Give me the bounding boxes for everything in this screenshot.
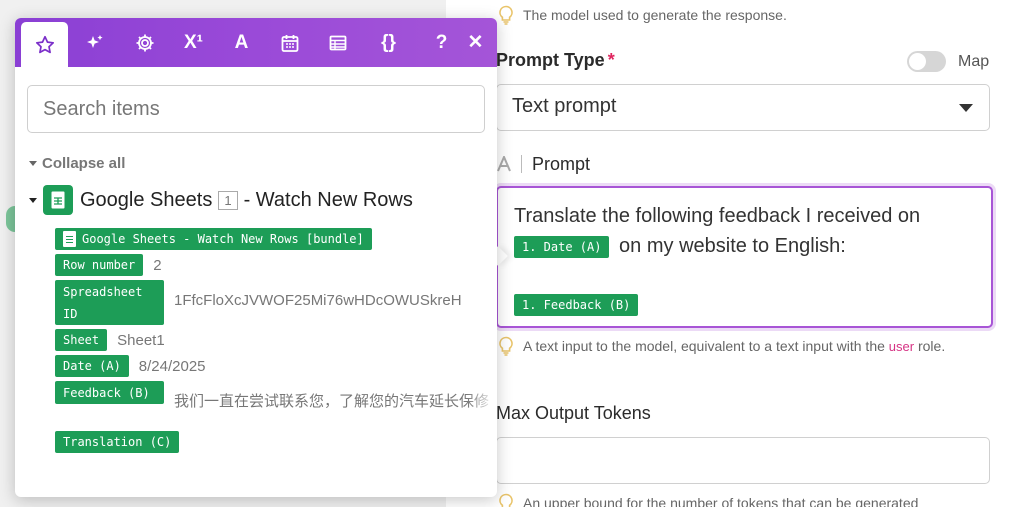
list-item[interactable]: Translation (C) (55, 431, 180, 453)
google-sheets-icon (63, 231, 76, 247)
star-icon (35, 35, 54, 53)
font-icon: A (234, 31, 249, 53)
list-item[interactable]: Row number 2 (55, 254, 162, 278)
google-sheets-icon (43, 185, 73, 215)
model-hint: The model used to generate the response. (497, 5, 787, 26)
lightbulb-icon (499, 336, 513, 356)
calendar-icon (281, 34, 298, 52)
prompt-hint-text: A text input to the model, equivalent to… (523, 336, 945, 357)
item-pill[interactable]: Row number (55, 254, 144, 276)
tab-date-functions[interactable] (266, 18, 313, 67)
mapping-tabbar: X¹ A {} ? ✕ (15, 18, 497, 67)
map-label: Map (958, 53, 990, 70)
item-label: Google Sheets - Watch New Rows [bundle] (82, 232, 364, 246)
gear-icon (136, 34, 153, 51)
divider (521, 155, 522, 173)
item-pill[interactable]: Feedback (B) (55, 381, 164, 404)
tab-text-functions[interactable]: A (218, 18, 265, 67)
module-number-badge: 1 (218, 190, 238, 210)
prompt-label: Prompt (532, 153, 591, 174)
tab-math-functions[interactable]: X¹ (170, 18, 217, 67)
prompt-type-select[interactable]: Text prompt (496, 84, 990, 131)
item-pill[interactable]: Translation (C) (55, 431, 180, 453)
collapse-all-label: Collapse all (42, 155, 126, 172)
module-trigger-name: - Watch New Rows (243, 188, 413, 211)
item-value: 8/24/2025 (138, 358, 206, 375)
tab-ai[interactable] (71, 18, 118, 67)
list-item[interactable]: Google Sheets - Watch New Rows [bundle] (55, 228, 372, 250)
tab-json[interactable]: {} (365, 18, 412, 67)
module-header[interactable]: Google Sheets 1 - Watch New Rows (29, 184, 413, 216)
max-output-tokens-label: Max Output Tokens (496, 403, 651, 423)
braces-icon: {} (381, 31, 396, 53)
overflow-fade (467, 278, 497, 438)
close-icon: ✕ (467, 32, 484, 53)
prompt-hint-part-1: A text input to the model, equivalent to… (523, 338, 885, 354)
required-mark: * (607, 50, 615, 70)
help-icon: ? (435, 31, 448, 53)
max-tokens-hint: An upper bound for the number of tokens … (497, 493, 997, 507)
caret-down-icon (29, 161, 37, 166)
prompt-hint-part-2: role. (917, 338, 946, 354)
map-toggle[interactable] (907, 51, 946, 72)
prompt-text-1: Translate the following feedback I recei… (514, 205, 921, 227)
prompt-line-3: 1. Feedback (B) (514, 289, 975, 319)
text-type-icon (497, 156, 511, 172)
prompt-type-label-text: Prompt Type (496, 50, 605, 70)
prompt-type-label: Prompt Type * (496, 50, 615, 71)
item-pill[interactable]: Spreadsheet ID (55, 280, 164, 325)
caret-down-icon (29, 197, 37, 203)
prompt-line-2: 1. Date (A) on my website to English: (514, 231, 975, 261)
toggle-knob (909, 53, 926, 70)
tab-favorites[interactable] (21, 22, 68, 67)
tab-general-functions[interactable] (121, 18, 168, 67)
module-name: Google Sheets (80, 188, 213, 211)
item-value: Sheet1 (117, 332, 165, 349)
close-button[interactable]: ✕ (452, 18, 497, 67)
mapped-pill-date[interactable]: 1. Date (A) (514, 235, 610, 258)
max-tokens-hint-text: An upper bound for the number of tokens … (523, 495, 919, 507)
list-item[interactable]: Sheet Sheet1 (55, 329, 165, 353)
collapse-all-button[interactable]: Collapse all (29, 155, 125, 172)
lightbulb-icon (499, 5, 513, 25)
superscript-icon: X¹ (184, 31, 203, 53)
prompt-line-1: Translate the following feedback I recei… (514, 201, 975, 231)
model-hint-text: The model used to generate the response. (523, 7, 787, 23)
prompt-type-value: Text prompt (512, 95, 617, 117)
list-item[interactable]: Spreadsheet ID 1FfcFloXcJVWOF25Mi76wHDcO… (55, 280, 462, 325)
user-role-tag: user (888, 339, 915, 354)
mapped-pill-feedback[interactable]: 1. Feedback (B) (514, 293, 639, 316)
prompt-editor[interactable]: Translate the following feedback I recei… (496, 186, 993, 328)
prompt-hint: A text input to the model, equivalent to… (497, 336, 977, 357)
list-item[interactable]: Date (A) 8/24/2025 (55, 355, 206, 379)
search-input[interactable] (27, 85, 485, 133)
prompt-label-row: Prompt (497, 153, 590, 175)
chevron-down-icon (959, 104, 973, 112)
lightbulb-icon (499, 493, 513, 507)
item-value: 2 (153, 257, 162, 274)
item-value: 我们一直在尝试联系您，了解您的汽车延长保修 (174, 393, 490, 410)
sparkles-icon (86, 34, 103, 48)
item-pill[interactable]: Date (A) (55, 355, 129, 377)
item-value: 1FfcFloXcJVWOF25Mi76wHDcOWUSkreH (174, 292, 462, 309)
mapping-panel: X¹ A {} ? ✕ Collapse all Google Sheets 1 (15, 18, 497, 497)
prompt-text-2: on my website to English: (619, 235, 846, 257)
table-icon (329, 35, 346, 50)
tab-array-functions[interactable] (314, 18, 361, 67)
item-pill[interactable]: Google Sheets - Watch New Rows [bundle] (55, 228, 372, 250)
item-pill[interactable]: Sheet (55, 329, 108, 351)
list-item[interactable]: Feedback (B) 我们一直在尝试联系您，了解您的汽车延长保修 (55, 381, 489, 414)
max-output-tokens-input[interactable] (496, 437, 990, 484)
